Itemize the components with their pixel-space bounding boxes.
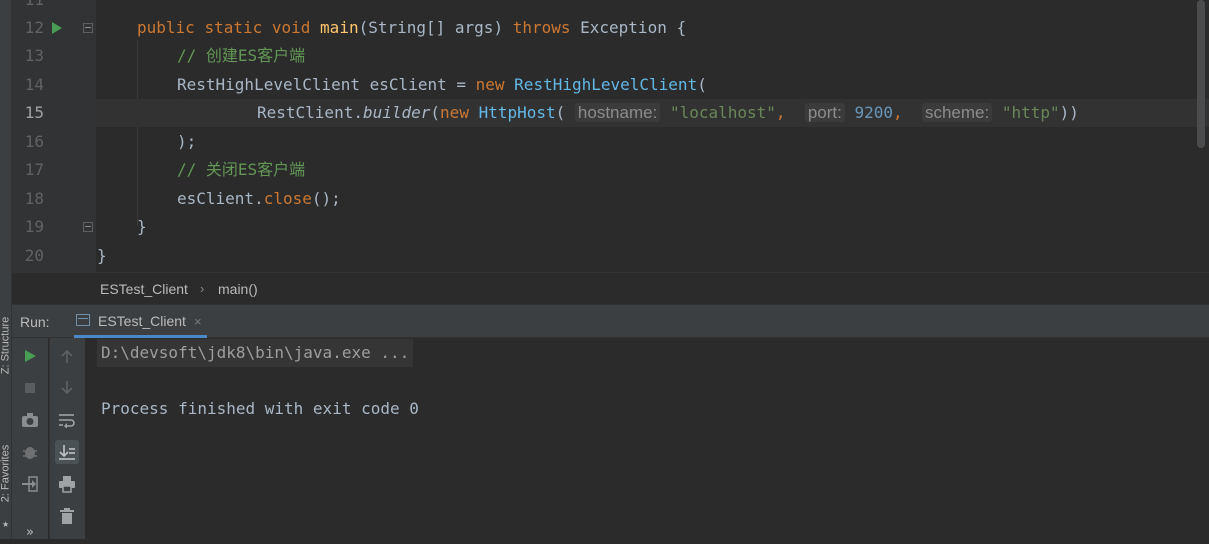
keyword: void [271,18,311,37]
line-number: 12 [24,18,44,37]
code-line: 16 ); [12,128,1209,156]
star-icon[interactable]: ★ [0,517,11,530]
more-icon[interactable]: » [18,520,42,544]
code-editor[interactable]: 11 12 public static void main(String[] a… [12,0,1209,272]
login-icon[interactable] [18,472,42,496]
code-text: , [893,103,922,122]
method-call: close [263,189,312,208]
run-toolbar-primary: » [12,338,48,540]
keyword: new [440,103,469,122]
line-number: 19 [24,217,44,236]
breadcrumb-class[interactable]: ESTest_Client [100,273,188,305]
breadcrumb-separator: › [200,281,205,296]
code-text: ); [177,132,197,151]
line-number: 15 [24,103,44,122]
line-number: 14 [24,75,44,94]
code-text: esClient. [177,189,264,208]
code-line: 13 // 创建ES客户端 [12,42,1209,70]
code-text: ( [555,103,575,122]
console-tab-icon [76,314,90,326]
console-output[interactable]: D:\devsoft\jdk8\bin\java.exe ... Process… [85,338,1209,539]
param-hint: hostname: [574,103,661,122]
keyword: public [137,18,195,37]
line-number: 18 [24,189,44,208]
close-tab-icon[interactable]: × [194,305,202,338]
fold-icon[interactable] [83,23,93,33]
breadcrumb: ESTest_Client › main() [12,272,1209,305]
code-text: )) [1059,103,1079,122]
line-number: 20 [24,246,44,265]
console-command-line[interactable]: D:\devsoft\jdk8\bin\java.exe ... [97,339,414,367]
keyword: throws [512,18,571,37]
code-line: 17 // 关闭ES客户端 [12,156,1209,184]
arrow-up-icon[interactable] [55,344,79,368]
method-name: main [320,18,359,37]
breadcrumb-method[interactable]: main() [218,273,258,305]
param-hint: scheme: [921,103,993,122]
keyword: new [475,75,505,94]
run-tab-label: ESTest_Client [98,313,186,329]
class-reference: RestHighLevelClient [514,75,698,94]
fold-icon[interactable] [83,222,93,232]
soft-wrap-icon[interactable] [55,408,79,432]
code-line: 14 RestHighLevelClient esClient = new Re… [12,71,1209,99]
method-call: builder [362,103,431,122]
trash-icon[interactable] [55,504,79,528]
run-panel-header: Run: ESTest_Client × [12,304,1209,338]
line-number: 17 [24,160,44,179]
line-number: 11 [18,0,44,14]
code-text: } [97,246,107,265]
code-line: 20 } [12,242,1209,270]
code-comment: // 关闭ES客户端 [177,160,306,179]
run-label: Run: [20,314,50,330]
code-text: ( [430,103,441,122]
arrow-down-icon[interactable] [55,376,79,400]
method-signature: (String[] args) [358,18,513,37]
bug-icon[interactable] [18,440,42,464]
string-literal: "localhost" [669,103,776,122]
camera-icon[interactable] [18,408,42,432]
code-line: 18 esClient.close(); [12,185,1209,213]
line-number: 16 [24,132,44,151]
keyword: static [204,18,263,37]
code-text: (); [311,189,341,208]
console-line: Process finished with exit code 0 [101,399,419,418]
scroll-to-end-icon[interactable] [55,440,79,464]
code-text: , [775,103,805,122]
code-line: 11 [12,0,1209,14]
print-icon[interactable] [55,472,79,496]
structure-tool-label[interactable]: Z: Structure [0,306,12,386]
run-toolbar-secondary [49,338,85,539]
code-text: RestClient. [257,103,363,122]
run-tab[interactable]: ESTest_Client × [74,305,207,338]
favorites-tool-label[interactable]: 2: Favorites [0,434,12,514]
string-literal: "http" [1001,103,1060,122]
class-reference: HttpHost [478,103,556,122]
run-gutter-icon[interactable] [52,22,62,34]
vertical-scrollbar[interactable] [1197,0,1205,148]
code-line-current: 15 RestClient.builder(new HttpHost( host… [12,99,1209,127]
code-text: } [137,217,147,236]
stop-icon[interactable] [18,376,42,400]
code-text: ( [697,75,707,94]
param-hint: port: [804,103,845,122]
run-icon[interactable] [18,344,42,368]
code-text: Exception { [570,18,687,37]
code-text: RestHighLevelClient esClient = [177,75,476,94]
code-line: 19 } [12,213,1209,241]
line-number: 13 [24,46,44,65]
number-literal: 9200 [854,103,894,122]
left-tool-strip: Z: Structure 2: Favorites ★ [0,0,12,539]
code-line: 12 public static void main(String[] args… [12,14,1209,42]
code-comment: // 创建ES客户端 [177,46,306,65]
